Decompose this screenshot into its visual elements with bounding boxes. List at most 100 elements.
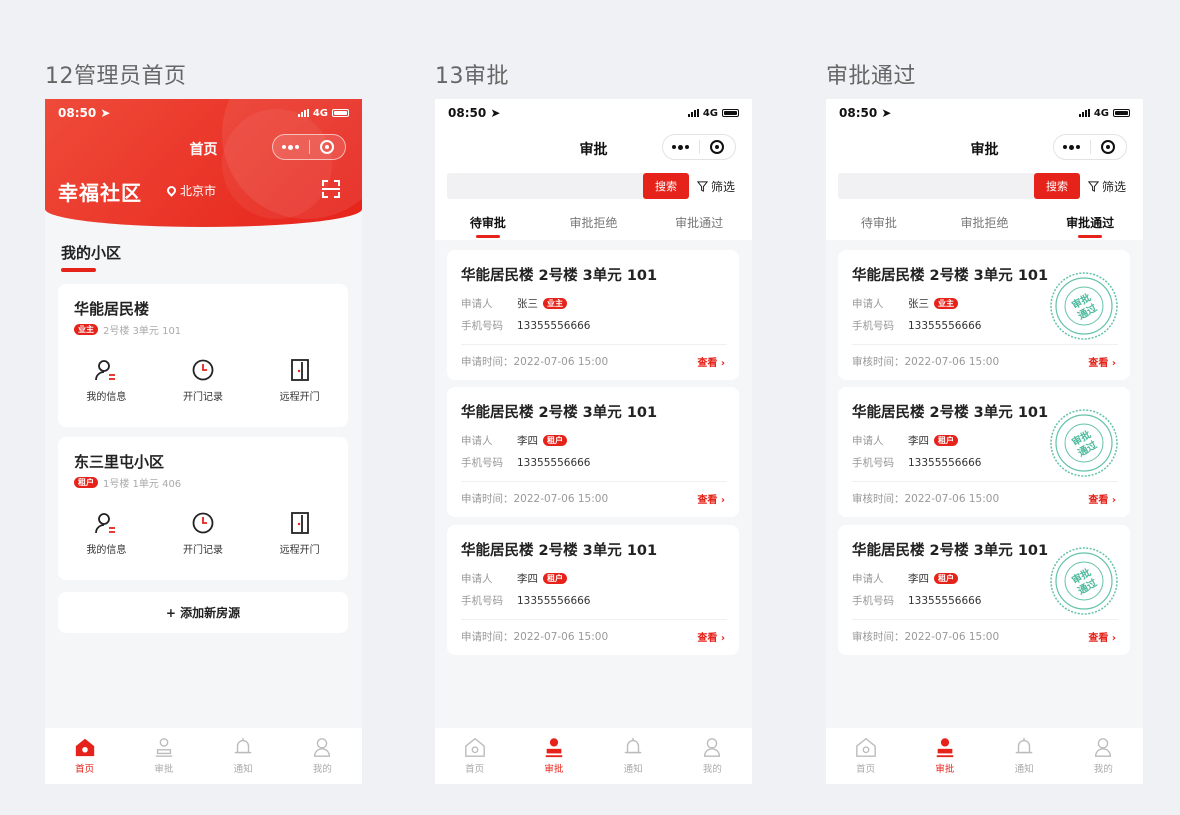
approval-tabs: 待审批 审批拒绝 审批通过 [435,214,752,231]
signal-icon [687,109,699,117]
view-link[interactable]: 查看 › [1088,629,1116,644]
brand-logo: 幸福社区 [58,181,142,205]
applicant-label: 申请人 [852,298,884,310]
approved-card: 审批 通过 华能居民楼 2号楼 3单元 101 申请人 李四 租户 手机号码 13355… [838,525,1130,655]
view-link[interactable]: 查看 › [697,491,725,506]
phone-label: 手机号码 [461,457,503,469]
action-label: 开门记录 [183,545,223,556]
remote-open-button[interactable]: 远程开门 [251,358,348,403]
bell-icon [1015,737,1033,754]
role-badge: 租户 [543,573,567,584]
status-time: 08:50 ➤ [58,106,111,120]
phone-number: 13355556666 [908,319,982,332]
mini-program-capsule [272,134,346,160]
signal-icon [1078,109,1090,117]
filter-button[interactable]: 筛选 [697,178,735,195]
more-icon[interactable] [273,135,309,159]
tab-notify[interactable]: 通知 [985,728,1064,784]
tab-home[interactable]: 首页 [826,728,905,784]
door-record-button[interactable]: 开门记录 [155,511,252,556]
location-selector[interactable]: 北京市 [165,182,216,199]
approved-card: 审批 通过 华能居民楼 2号楼 3单元 101 申请人 张三 业主 手机号码 13355… [838,250,1130,380]
tab-approved[interactable]: 审批通过 [646,214,752,231]
action-label: 远程开门 [279,392,320,403]
view-link[interactable]: 查看 › [1088,491,1116,506]
home-icon [75,738,94,757]
tab-approved[interactable]: 审批通过 [1037,214,1143,231]
home-icon [464,737,485,757]
tab-label: 我的 [312,764,332,775]
role-badge: 租户 [934,573,958,584]
signal-icon [297,109,309,117]
tab-approval[interactable]: 审批 [514,728,593,784]
phone-home: 08:50 ➤ 4G 首页 幸福社区 北京市 我的小区 华能居民楼 业主 2号楼 … [45,99,362,784]
search-button[interactable]: 搜索 [1034,173,1080,199]
battery-icon [1113,109,1130,117]
add-house-button[interactable]: + 添加新房源 [58,592,348,633]
tab-approval[interactable]: 审批 [124,728,203,784]
my-info-button[interactable]: 我的信息 [58,511,155,556]
applicant-label: 申请人 [852,573,884,585]
tab-pending[interactable]: 待审批 [435,214,541,231]
search-bar: 搜索 筛选 [447,173,740,199]
home-icon [855,737,876,757]
review-time: 审核时间：2022-07-06 15:00 [852,493,1000,505]
status-bar: 08:50 ➤ 4G [448,105,739,121]
applicant-name: 李四 [908,435,929,447]
view-link[interactable]: 查看 › [697,354,725,369]
view-link[interactable]: 查看 › [697,629,725,644]
phone-number: 13355556666 [517,456,591,469]
close-program-icon[interactable] [310,135,346,159]
door-record-button[interactable]: 开门记录 [155,358,252,403]
tab-notify[interactable]: 通知 [204,728,283,784]
phone-approved: 08:50 ➤ 4G 审批 搜索 筛选 待审批 审批拒绝 审批通过 审批 通过 华… [826,99,1143,784]
status-bar: 08:50 ➤ 4G [839,105,1130,121]
search-input[interactable] [838,173,1035,199]
tab-pending[interactable]: 待审批 [826,214,932,231]
more-icon[interactable] [1054,135,1090,159]
tab-rejected[interactable]: 审批拒绝 [541,214,647,231]
bell-icon [624,737,642,754]
role-badge: 业主 [543,298,567,309]
community-address: 1号楼 1单元 406 [103,479,182,490]
filter-label: 筛选 [711,179,736,194]
view-link[interactable]: 查看 › [1088,354,1116,369]
tab-mine[interactable]: 我的 [283,728,362,784]
phone-approval: 08:50 ➤ 4G 审批 搜索 筛选 待审批 审批拒绝 审批通过 华能居民楼 … [435,99,752,784]
search-button[interactable]: 搜索 [643,173,689,199]
phone-number: 13355556666 [517,594,591,607]
close-program-icon[interactable] [1091,135,1127,159]
scan-icon[interactable] [322,180,340,198]
screen-title-approval: 13审批 [435,64,509,89]
card-address: 华能居民楼 2号楼 3单元 101 [461,268,658,284]
more-icon[interactable] [663,135,699,159]
tab-notify[interactable]: 通知 [594,728,673,784]
filter-button[interactable]: 筛选 [1088,178,1126,195]
user-info-icon [95,513,116,534]
search-bar: 搜索 筛选 [838,173,1131,199]
tab-mine[interactable]: 我的 [673,728,752,784]
phone-number: 13355556666 [908,594,982,607]
close-program-icon[interactable] [700,135,736,159]
my-info-button[interactable]: 我的信息 [58,358,155,403]
search-input[interactable] [447,173,644,199]
phone-number: 13355556666 [908,456,982,469]
tab-label: 审批 [154,764,174,775]
tab-approval[interactable]: 审批 [905,728,984,784]
role-badge: 业主 [934,298,958,309]
tab-label: 我的 [1093,764,1113,775]
clock-icon [192,512,214,534]
tab-home[interactable]: 首页 [45,728,124,784]
tab-rejected[interactable]: 审批拒绝 [932,214,1038,231]
tab-label: 首页 [465,764,485,775]
phone-label: 手机号码 [852,320,894,332]
phone-label: 手机号码 [852,595,894,607]
section-title: 我的小区 [61,244,122,262]
role-badge: 租户 [934,435,958,446]
section-underline [61,268,96,272]
mini-program-capsule [1053,134,1127,160]
tab-mine[interactable]: 我的 [1064,728,1143,784]
user-icon [314,738,331,757]
remote-open-button[interactable]: 远程开门 [251,511,348,556]
tab-home[interactable]: 首页 [435,728,514,784]
